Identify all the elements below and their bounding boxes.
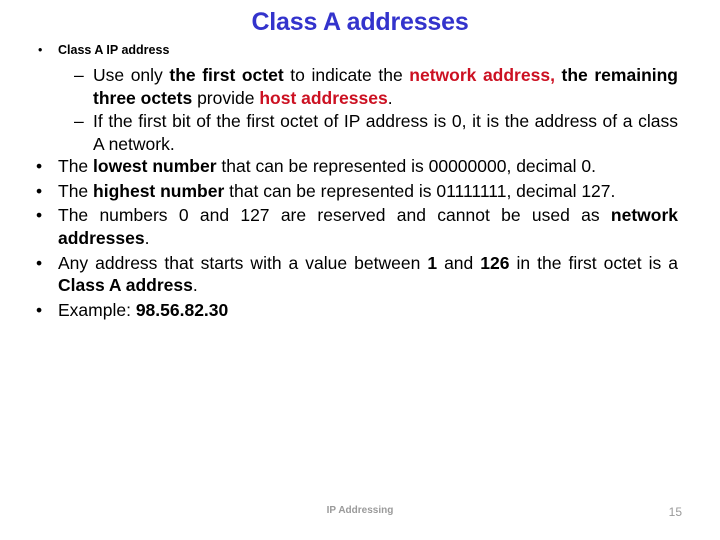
slide-number: 15 [668,505,682,519]
text-run-plain: The [58,180,94,201]
text-run-plain: to indicate the [283,65,410,86]
text-run-bold: 98.56.82.30 [135,299,229,320]
slide-canvas: Class A addresses • Class A IP address –… [0,0,720,540]
bullet-icon: • [36,180,43,201]
text-run-plain: The [58,156,94,177]
bullet-icon: • [36,299,43,320]
sub-list-item-text: If the first bit of the first octet of I… [93,110,678,154]
text-run-bold: lowest number [93,156,217,177]
list-item: • Class A IP address [0,42,720,58]
text-run-plain: that can be represented is 00000000, dec… [216,156,596,177]
list-item: • Any address that starts with a value b… [0,252,720,297]
bullet-icon: • [38,43,43,57]
list-item-text: Any address that starts with a value bet… [58,252,678,297]
text-run-red: network address [409,65,551,86]
text-run-plain: The numbers 0 and 127 are reserved and c… [58,205,611,226]
text-run-bold: 1 [427,252,438,273]
text-run-plain: . [144,227,150,248]
bullet-icon: • [36,205,43,226]
list-item-text: Example: 98.56.82.30 [58,299,678,322]
text-run-plain: and [437,252,481,273]
sub-list-item: – Use only the first octet to indicate t… [0,64,720,110]
text-run-bold: highest number [93,180,225,201]
list-item: • The lowest number that can be represen… [0,155,720,178]
text-run-plain: provide [192,88,260,108]
text-run-plain: Example: [58,299,136,320]
dash-icon: – [74,65,84,86]
dash-icon: – [74,110,84,131]
text-run-red: host addresses [259,88,388,108]
text-run-bold: 126 [480,252,510,273]
footer-label: IP Addressing [326,505,394,516]
list-item: • The numbers 0 and 127 are reserved and… [0,204,720,249]
text-run-plain: in the first octet is a [509,252,678,273]
text-run-plain: that can be represented is 01111111, dec… [224,180,616,201]
page-title: Class A addresses [251,8,469,36]
sub-list-item: – If the first bit of the first octet of… [0,110,720,156]
bullet-icon: • [36,252,43,273]
slide-footer: IP Addressing 15 [0,505,720,527]
slide-body: • Class A IP address – Use only the firs… [0,42,720,323]
text-run-bold: the first octet [169,65,284,86]
text-run-bold: Class A address [58,275,193,296]
list-item: • The highest number that can be represe… [0,180,720,203]
list-item-text: Class A IP address [58,43,170,57]
text-run-plain: . [387,88,393,108]
text-run-plain: Use only [93,65,170,86]
bullet-icon: • [36,156,43,177]
list-item-text: The highest number that can be represent… [58,180,678,203]
list-item-text: The numbers 0 and 127 are reserved and c… [58,204,678,249]
text-run-plain: . [192,275,198,296]
text-run-plain: Any address that starts with a value bet… [58,252,428,273]
sub-list-item-text: Use only the first octet to indicate the… [93,64,678,110]
list-item-text: The lowest number that can be represente… [58,155,678,178]
list-item: • Example: 98.56.82.30 [0,299,720,322]
